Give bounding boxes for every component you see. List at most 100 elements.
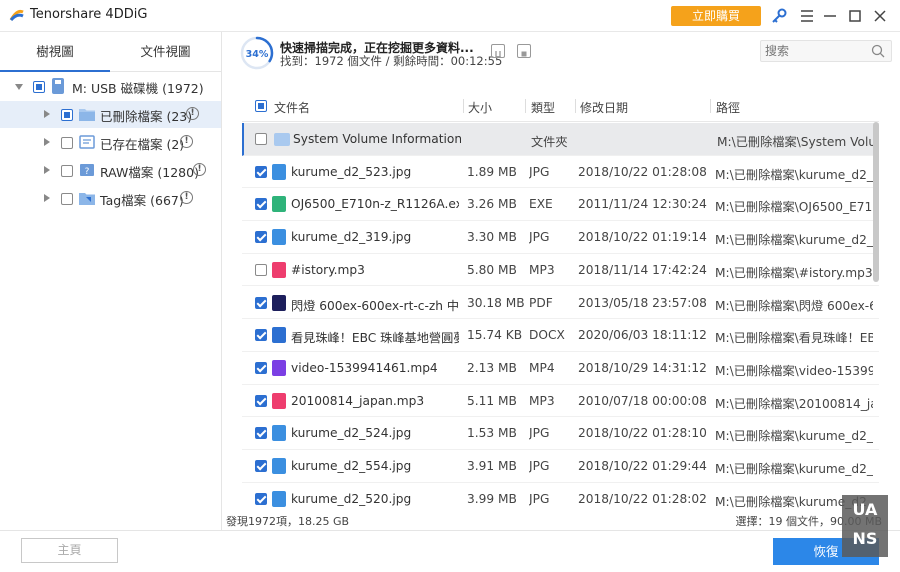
row-checkbox[interactable]: [255, 263, 267, 276]
row-checkbox[interactable]: [255, 165, 267, 178]
table-row[interactable]: kurume_d2_523.jpg 1.89 MB JPG 2018/10/22 01…: [242, 156, 879, 189]
file-size: 1.53 MB: [467, 426, 517, 441]
row-checkbox[interactable]: [255, 231, 267, 244]
file-type: DOCX: [529, 328, 565, 343]
video-file-icon: [272, 359, 286, 376]
expand-arrow-icon[interactable]: [44, 194, 50, 202]
existing-files-icon: [79, 135, 95, 149]
table-row[interactable]: OJ6500_E710n-z_R1126A.exe 3.26 MB EXE 2011/…: [242, 188, 879, 222]
file-type: MP3: [529, 393, 555, 408]
minimize-icon[interactable]: [820, 6, 840, 26]
tab-file-view[interactable]: 文件視圖: [110, 32, 221, 72]
menu-icon[interactable]: [797, 6, 817, 26]
tree-item-usb-drive[interactable]: M: USB 磁碟機 (1972): [0, 73, 221, 100]
vertical-scrollbar[interactable]: [873, 122, 879, 282]
row-checkbox[interactable]: [255, 361, 267, 374]
table-row[interactable]: System Volume Information 文件夾 M:\已刪除檔案\Sys…: [242, 123, 879, 156]
file-date: 2018/10/22 01:28:02: [578, 491, 707, 506]
maximize-icon[interactable]: [845, 6, 865, 26]
row-checkbox[interactable]: [255, 394, 267, 407]
stop-button[interactable]: [517, 44, 531, 58]
file-date: 2018/10/22 01:19:14: [578, 230, 707, 245]
column-divider[interactable]: [525, 99, 526, 113]
stop-icon: [521, 51, 527, 57]
info-icon[interactable]: !: [180, 191, 193, 204]
info-icon[interactable]: !: [180, 135, 193, 148]
tree-checkbox[interactable]: [61, 165, 73, 177]
active-tab-indicator: [0, 70, 110, 72]
row-checkbox[interactable]: [255, 427, 267, 440]
file-name: OJ6500_E710n-z_R1126A.exe: [291, 197, 459, 212]
file-path: M:\已刪除檔案\kurume_d2_5...: [715, 167, 873, 182]
row-checkbox[interactable]: [255, 133, 267, 145]
info-icon[interactable]: !: [193, 163, 206, 176]
audio-file-icon: [272, 392, 286, 409]
row-checkbox[interactable]: [255, 492, 267, 505]
file-type: MP4: [529, 360, 555, 375]
file-name: kurume_d2_520.jpg: [291, 491, 412, 506]
image-file-icon: [272, 490, 286, 507]
tree-checkbox[interactable]: [61, 109, 73, 121]
home-button[interactable]: 主頁: [21, 538, 118, 563]
tab-tree-view[interactable]: 樹視圖: [0, 32, 110, 72]
column-header-type[interactable]: 類型: [531, 99, 555, 116]
file-date: 2011/11/24 12:30:24: [578, 197, 707, 212]
tree-checkbox[interactable]: [61, 137, 73, 149]
file-date: 2018/10/22 01:28:10: [578, 426, 707, 441]
tree-checkbox[interactable]: [33, 81, 45, 93]
pause-button[interactable]: [491, 44, 505, 58]
key-icon[interactable]: [769, 6, 789, 26]
row-checkbox[interactable]: [255, 460, 267, 472]
table-row[interactable]: kurume_d2_524.jpg 1.53 MB JPG 2018/10/22 01…: [242, 417, 879, 450]
buy-now-button[interactable]: 立即購買: [671, 6, 761, 26]
column-divider[interactable]: [575, 99, 576, 113]
column-divider[interactable]: [463, 99, 464, 113]
table-header: 文件名 大小 類型 修改日期 路徑: [242, 90, 879, 122]
search-box[interactable]: [760, 40, 892, 62]
column-header-name[interactable]: 文件名: [274, 99, 310, 116]
table-row[interactable]: #istory.mp3 5.80 MB MP3 2018/11/14 17:42:24…: [242, 254, 879, 287]
row-checkbox[interactable]: [255, 296, 267, 309]
pause-icon: [495, 51, 501, 57]
expand-arrow-icon[interactable]: [44, 110, 50, 118]
tree-item-tag-files[interactable]: Tag檔案 (667) !: [0, 185, 221, 212]
info-icon[interactable]: !: [186, 107, 199, 120]
file-date: 2018/10/22 01:29:44: [578, 459, 707, 473]
table-row[interactable]: 20100814_japan.mp3 5.11 MB MP3 2010/07/18 0…: [242, 385, 879, 418]
file-name: kurume_d2_319.jpg: [291, 230, 412, 245]
column-divider[interactable]: [710, 99, 711, 113]
view-tabs: 樹視圖 文件視圖: [0, 32, 221, 72]
table-row[interactable]: video-1539941461.mp4 2.13 MB MP4 2018/10/29…: [242, 352, 879, 385]
search-input[interactable]: [765, 43, 865, 59]
expand-arrow-icon[interactable]: [44, 138, 50, 146]
search-icon[interactable]: [871, 44, 885, 58]
file-path: M:\已刪除檔案\kurume_d2_3...: [715, 233, 873, 248]
tree-item-raw-files[interactable]: ? RAW檔案 (1280) !: [0, 157, 221, 184]
collapse-arrow-icon[interactable]: [15, 84, 23, 90]
image-file-icon: [272, 425, 286, 442]
tree-item-deleted-files[interactable]: 已刪除檔案 (23) !: [0, 101, 221, 128]
tree-item-label: 已刪除檔案 (23): [100, 109, 193, 124]
audio-file-icon: [272, 261, 286, 278]
table-row[interactable]: kurume_d2_554.jpg 3.91 MB JPG 2018/10/22 01…: [242, 450, 879, 483]
tree-item-existing-files[interactable]: 已存在檔案 (2) !: [0, 129, 221, 156]
row-checkbox[interactable]: [255, 198, 267, 211]
file-size: 2.13 MB: [467, 360, 517, 375]
select-all-checkbox[interactable]: [255, 100, 267, 112]
close-icon[interactable]: [870, 6, 890, 26]
file-size: 3.26 MB: [467, 197, 517, 212]
table-row[interactable]: 閃燈 600ex-600ex-rt-c-zh 中... 30.18 MB PDF 20…: [242, 287, 879, 320]
table-row[interactable]: kurume_d2_319.jpg 3.30 MB JPG 2018/10/22 01…: [242, 221, 879, 254]
tree-item-label: M: USB 磁碟機 (1972): [72, 81, 204, 96]
expand-arrow-icon[interactable]: [44, 166, 50, 174]
row-checkbox[interactable]: [255, 329, 267, 342]
column-header-size[interactable]: 大小: [468, 99, 492, 116]
file-date: 2010/07/18 00:00:08: [578, 393, 707, 408]
tree-checkbox[interactable]: [61, 193, 73, 205]
file-type: JPG: [529, 426, 550, 441]
file-type: JPG: [529, 230, 550, 245]
column-header-date[interactable]: 修改日期: [580, 99, 628, 116]
table-row[interactable]: 看見珠峰！EBC 珠峰基地營圓夢... 15.74 KB DOCX 2020/06/0…: [242, 319, 879, 352]
column-header-path[interactable]: 路徑: [716, 99, 740, 116]
tree-item-label: Tag檔案 (667): [100, 193, 184, 208]
